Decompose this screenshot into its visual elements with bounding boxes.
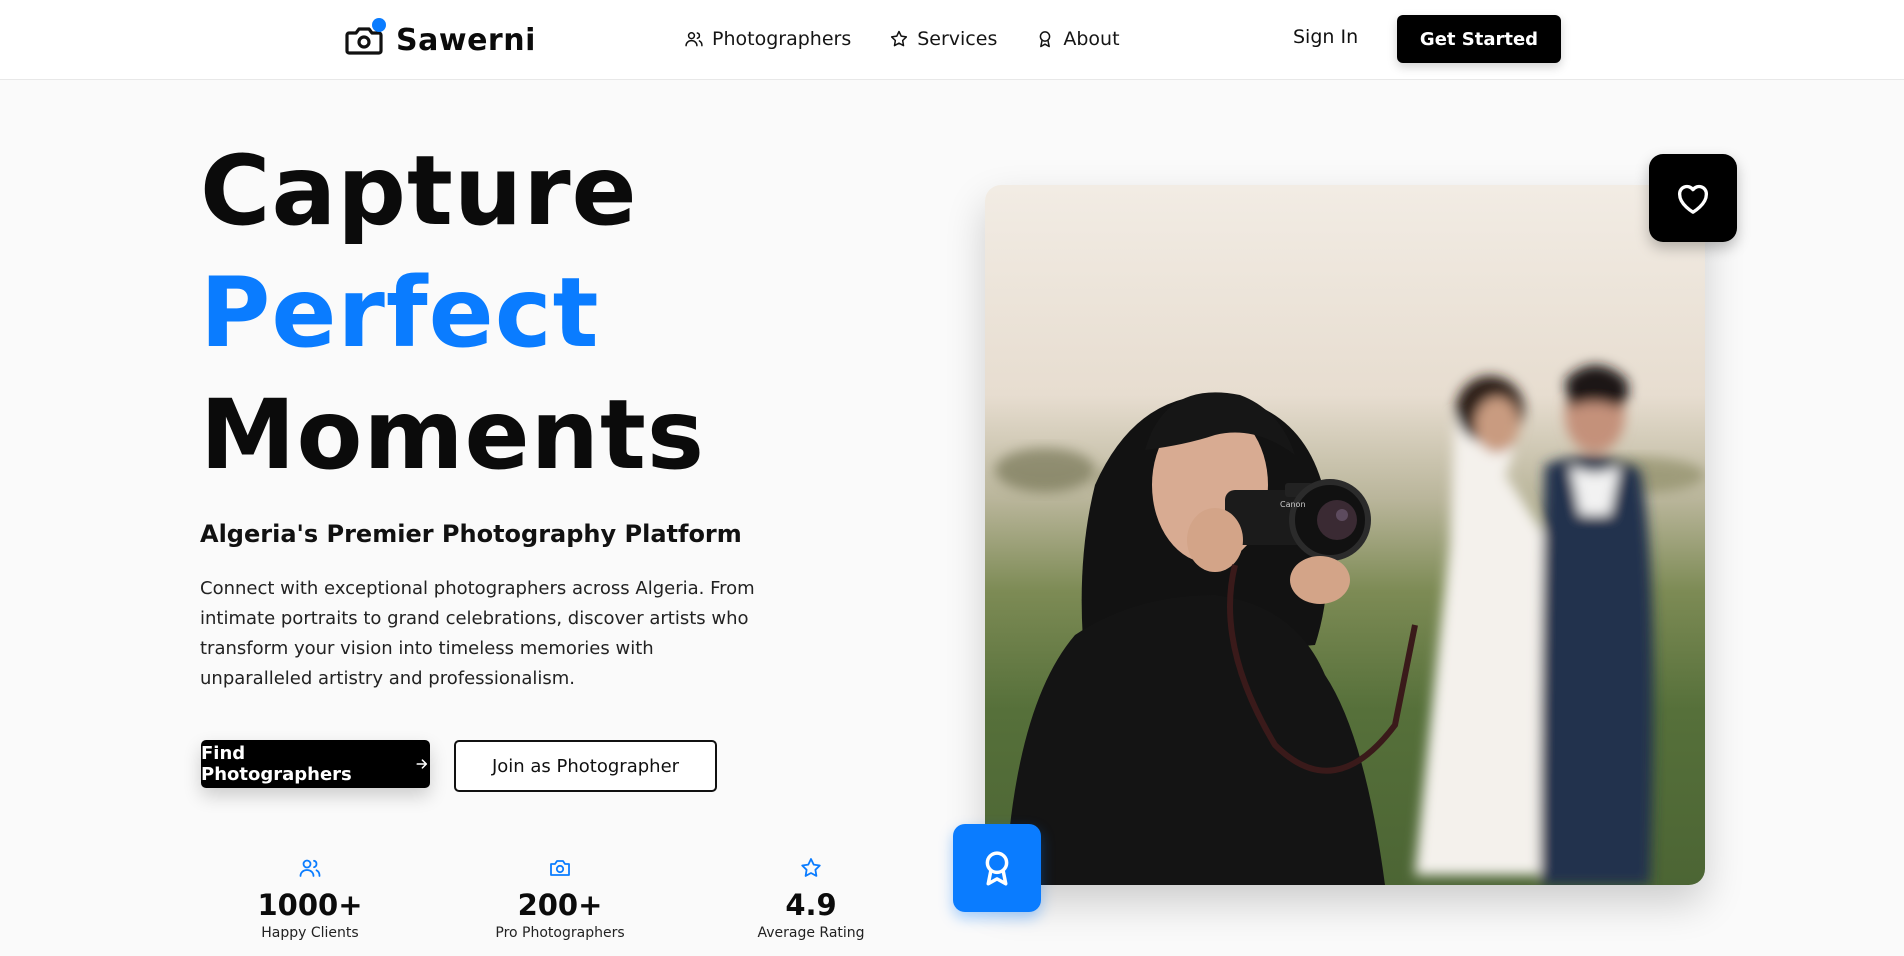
stat-pro-photographers: 200+ Pro Photographers bbox=[460, 854, 660, 941]
hero-subtitle: Algeria's Premier Photography Platform bbox=[200, 520, 742, 548]
stat-value: 200+ bbox=[517, 888, 603, 922]
star-icon bbox=[801, 858, 821, 877]
nav-links: Photographers Services About bbox=[684, 24, 1120, 54]
brand-logo[interactable]: Sawerni bbox=[344, 18, 536, 60]
camera-icon bbox=[344, 18, 386, 60]
award-icon bbox=[1040, 31, 1051, 48]
arrow-right-icon bbox=[416, 759, 428, 769]
stat-average-rating: 4.9 Average Rating bbox=[711, 854, 911, 941]
award-icon bbox=[985, 851, 1009, 886]
join-as-photographer-button[interactable]: Join as Photographer bbox=[454, 740, 717, 792]
stat-happy-clients: 1000+ Happy Clients bbox=[210, 854, 410, 941]
photographer-illustration: Canon bbox=[995, 365, 1705, 885]
hero-title-line-2: Perfect bbox=[200, 257, 600, 369]
nav-item-services[interactable]: Services bbox=[889, 28, 997, 50]
logo-dot bbox=[372, 18, 386, 32]
button-label: Find Photographers bbox=[201, 743, 352, 785]
hero-description: Connect with exceptional photographers a… bbox=[200, 578, 755, 689]
hero-title-line-1: Capture bbox=[200, 135, 638, 247]
brand-name: Sawerni bbox=[396, 22, 536, 58]
nav-label: Services bbox=[917, 28, 998, 50]
heart-icon bbox=[1678, 184, 1708, 214]
camera-brand-label: Canon bbox=[1280, 500, 1306, 509]
users-icon bbox=[685, 31, 703, 47]
stat-label: Average Rating bbox=[757, 925, 865, 941]
nav-item-photographers[interactable]: Photographers bbox=[684, 28, 851, 50]
hero-title-line-3: Moments bbox=[200, 379, 705, 491]
sign-in-link[interactable]: Sign In bbox=[1293, 26, 1358, 48]
star-icon bbox=[891, 30, 908, 47]
nav-item-about[interactable]: About bbox=[1035, 28, 1120, 50]
hero-title: Capture Perfect Moments bbox=[200, 130, 705, 496]
stat-label: Happy Clients bbox=[261, 925, 359, 941]
stat-value: 4.9 bbox=[785, 888, 837, 922]
nav-label: Photographers bbox=[712, 28, 852, 50]
stat-value: 1000+ bbox=[257, 888, 363, 922]
nav-label: About bbox=[1063, 28, 1120, 50]
hero-photo: Canon bbox=[985, 185, 1705, 885]
users-icon bbox=[299, 859, 321, 877]
stat-label: Pro Photographers bbox=[495, 925, 625, 941]
favorite-badge[interactable] bbox=[1649, 154, 1737, 242]
camera-icon bbox=[550, 860, 570, 876]
award-badge bbox=[953, 824, 1041, 912]
get-started-button[interactable]: Get Started bbox=[1397, 15, 1561, 63]
top-navbar: Sawerni Photographers Services About Sig… bbox=[0, 0, 1904, 80]
find-photographers-button[interactable]: Find Photographers bbox=[201, 740, 430, 788]
